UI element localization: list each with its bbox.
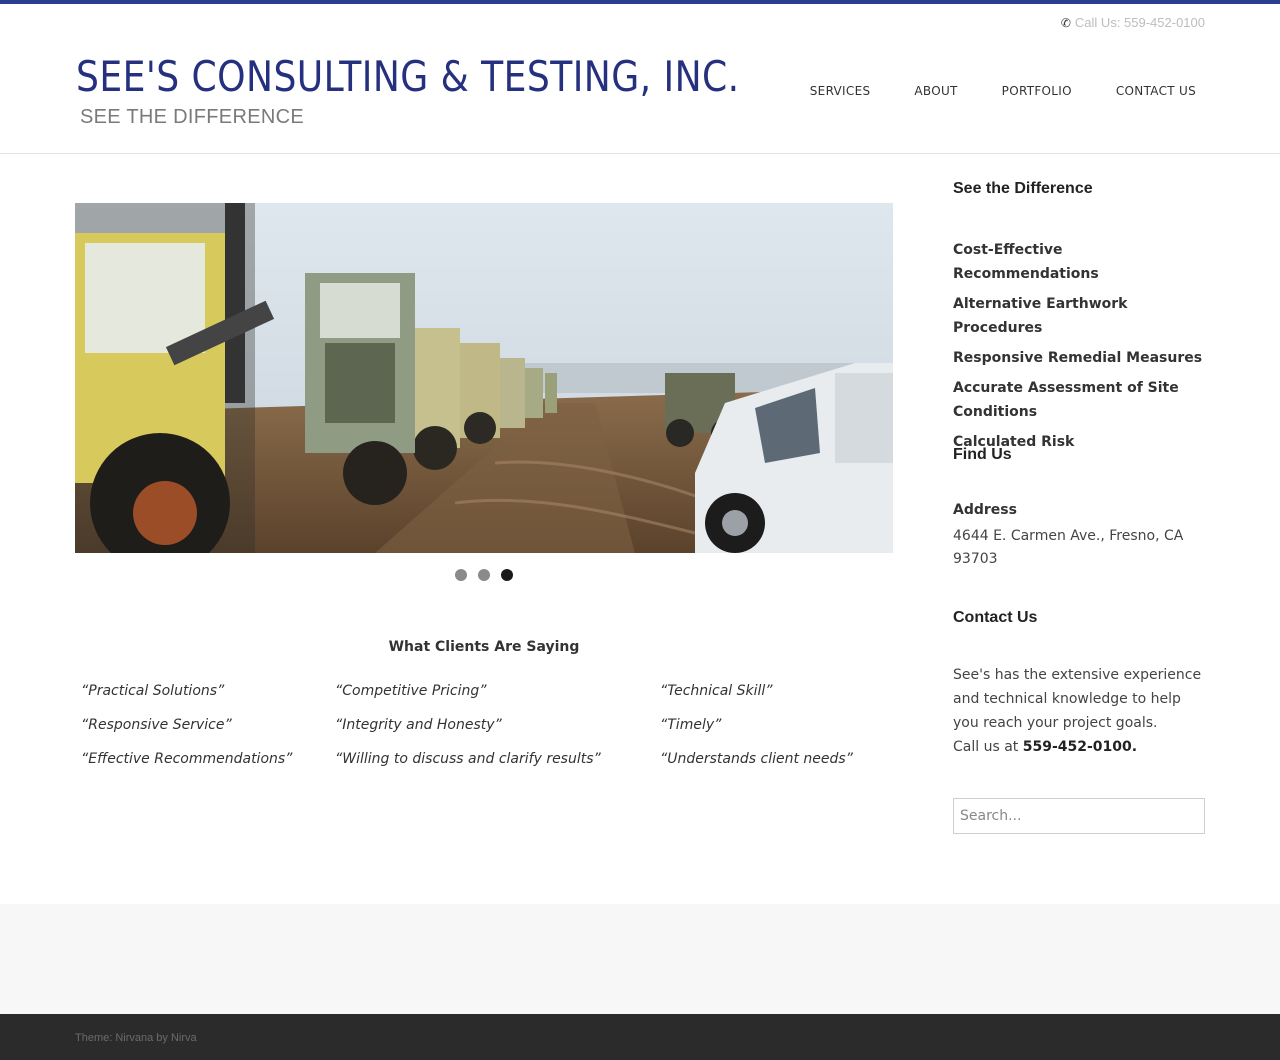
footer-credit[interactable]: Theme: Nirvana by Nirva [75,1032,197,1044]
contact-phone: 559-452-0100. [1022,739,1138,755]
pre-footer [0,904,1280,1014]
main-nav: SERVICES ABOUT PORTFOLIO CONTACT US [766,84,1196,98]
quote-item: “Willing to discuss and clarify results” [335,751,601,767]
address-text: 4644 E. Carmen Ave., Fresno, CA 93703 [953,528,1184,567]
logo-tagline: SEE THE DIFFERENCE [80,106,304,128]
testimonials-title: What Clients Are Saying [388,639,580,655]
logo-title: SEE'S CONSULTING & TESTING, INC. [76,52,740,101]
contact-call-prefix: Call us at [953,739,1023,755]
difference-item: Cost-Effective Recommendations [953,242,1099,282]
testimonials-section: What Clients Are Saying “Practical Solut… [75,639,893,793]
quote-item: “Competitive Pricing” [335,683,487,699]
phone-icon: ✆ [1060,15,1071,30]
contact-us-title: Contact Us [953,609,1038,626]
slider-dot-3[interactable] [501,569,513,581]
call-us-text: Call Us: 559-452-0100 [1074,15,1205,30]
search-input[interactable] [953,798,1205,834]
find-us-title: Find Us [953,446,1012,463]
site-logo[interactable]: SEE'S CONSULTING & TESTING, INC. SEE THE… [76,52,740,136]
difference-widget-title: See the Difference [953,180,1093,197]
slider-pagination [75,569,893,581]
quote-item: “Technical Skill” [660,683,773,699]
nav-contact-us[interactable]: CONTACT US [1116,84,1196,98]
nav-services[interactable]: SERVICES [810,84,871,98]
sidebar: See the Difference Cost-Effective Recomm… [953,180,1205,834]
slide-image-construction-site [75,203,893,553]
difference-item: Accurate Assessment of Site Conditions [953,380,1179,420]
quote-item: “Responsive Service” [81,717,232,733]
difference-list: Cost-Effective Recommendations Alternati… [953,238,1205,454]
nav-about[interactable]: ABOUT [914,84,957,98]
main-content: What Clients Are Saying “Practical Solut… [75,203,893,767]
site-footer: Theme: Nirvana by Nirva [0,1014,1280,1060]
call-us[interactable]: ✆ Call Us: 559-452-0100 [1061,15,1205,30]
slider-dot-1[interactable] [455,569,467,581]
address-label: Address [953,502,1017,518]
difference-item: Responsive Remedial Measures [953,350,1203,366]
site-header: ✆ Call Us: 559-452-0100 SEE'S CONSULTING… [0,4,1280,154]
slider-dot-2[interactable] [478,569,490,581]
quote-item: “Understands client needs” [660,751,853,767]
quote-item: “Timely” [660,717,722,733]
difference-item: Alternative Earthwork Procedures [953,296,1128,336]
contact-text: See's has the extensive experience and t… [953,663,1205,759]
contact-description: See's has the extensive experience and t… [953,667,1202,731]
image-slider[interactable] [75,203,893,553]
nav-portfolio[interactable]: PORTFOLIO [1002,84,1072,98]
quote-item: “Integrity and Honesty” [335,717,502,733]
quote-item: “Practical Solutions” [81,683,225,699]
testimonial-quotes: “Practical Solutions” “Competitive Prici… [75,683,893,793]
quote-item: “Effective Recommendations” [81,751,293,767]
